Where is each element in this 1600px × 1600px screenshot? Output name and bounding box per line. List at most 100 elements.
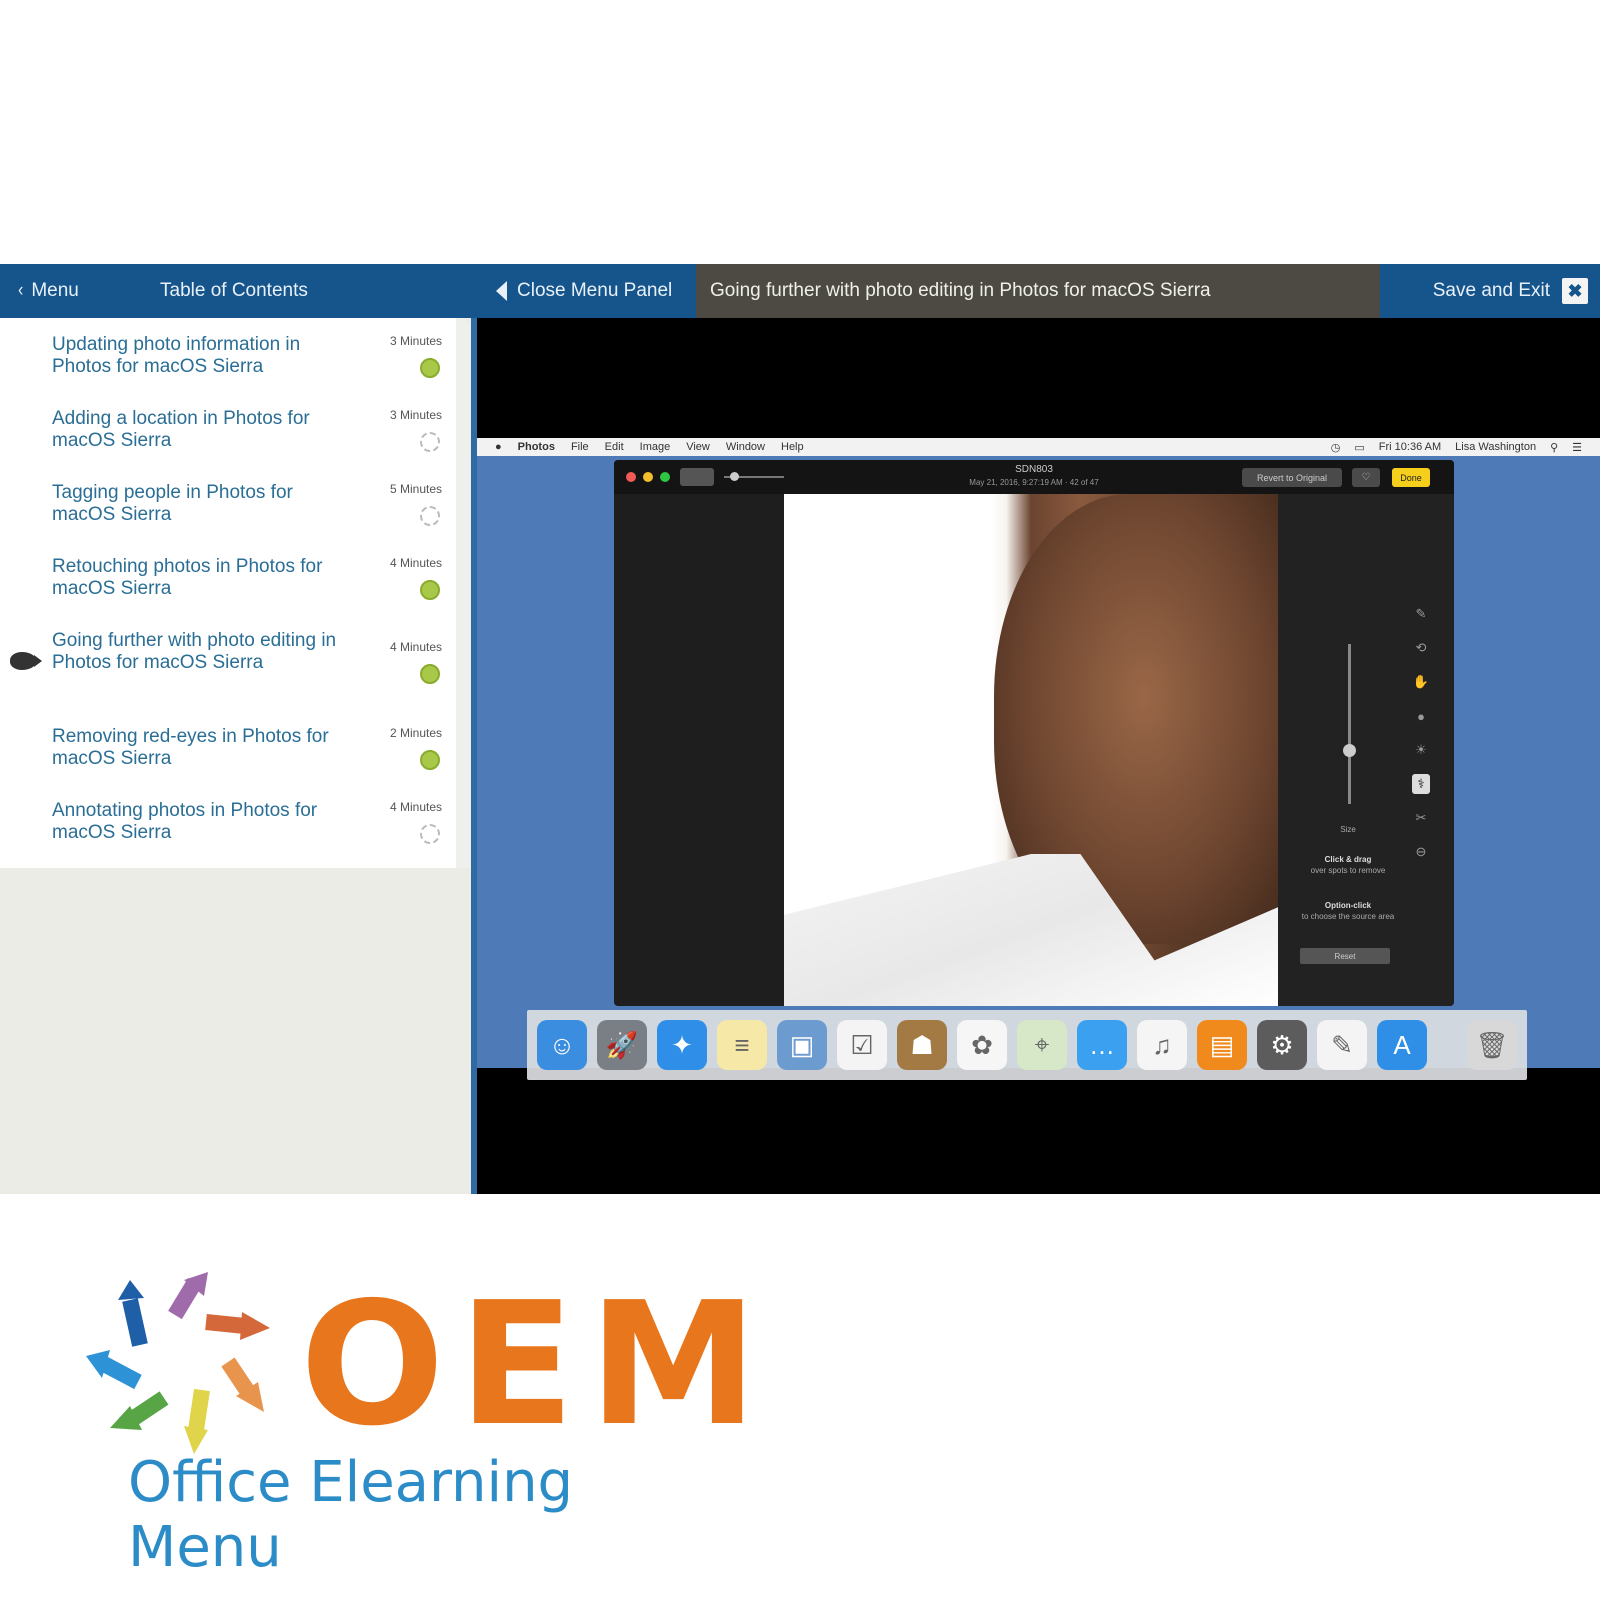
macos-dock: ☺ 🚀 ✦ ≡ ▣ ☑ ☗ ✿ ⌖… ♫ ▤ ⚙ ✎ A 🗑: [527, 1010, 1527, 1080]
logo-tagline: Office Elearning Menu: [128, 1450, 574, 1580]
toc-item-duration: 3 Minutes: [389, 334, 442, 348]
arrowhead-orange-red: [240, 1312, 270, 1340]
macos-desktop: ● Photos File Edit Image View Window Help ◷ ▭ …: [477, 438, 1600, 1080]
course-player: ‹ Menu Table of Contents Close Menu Pane…: [0, 264, 1600, 1194]
arrow-green: [129, 1391, 169, 1425]
dock-ibooks-icon: ▤: [1197, 1020, 1247, 1070]
menubar-clock: Fri 10:36 AM: [1378, 440, 1442, 453]
notification-icon: ☰: [1572, 441, 1582, 454]
toc-item-title: Removing red-eyes in Photos for macOS Si…: [52, 726, 329, 769]
macos-menubar: ● Photos File Edit Image View Window Help ◷ ▭ …: [477, 438, 1600, 456]
mac-menu-item: Window: [725, 441, 765, 453]
dock-notes-icon: ≡: [717, 1020, 767, 1070]
toc-item[interactable]: Annotating photos in Photos for macOS Si…: [0, 800, 456, 870]
toc-item-title: Updating photo information in Photos for…: [52, 334, 301, 377]
toc-item[interactable]: Adding a location in Photos for macOS Si…: [0, 408, 456, 478]
toc-title: Table of Contents: [160, 280, 308, 301]
edit-tool-icon: ⚕: [1412, 774, 1430, 794]
edit-tool-icon: ☀: [1415, 742, 1427, 757]
window-controls: [626, 472, 670, 482]
chevron-left-icon: ‹: [18, 280, 24, 301]
edit-tool-icon: ✋: [1412, 674, 1430, 689]
video-player[interactable]: ● Photos File Edit Image View Window Help ◷ ▭ …: [477, 318, 1600, 1194]
logo-wordmark: OEM: [300, 1266, 772, 1464]
dock-messages-icon: …: [1077, 1020, 1127, 1070]
menu-label: Menu: [31, 280, 79, 301]
dock-itunes-icon: ♫: [1137, 1020, 1187, 1070]
retouch-panel: Size Click & drag over spots to remove O…: [1278, 494, 1454, 1006]
photo-title: SDN803 May 21, 2016, 9:27:19 AM · 42 of …: [914, 463, 1154, 489]
hint1-title: Click & drag: [1324, 855, 1372, 864]
mac-menu-item: File: [570, 441, 589, 453]
not-started-status-icon: [420, 506, 440, 526]
edit-tool-icon: ●: [1417, 708, 1425, 724]
dock-contacts-icon: ☗: [897, 1020, 947, 1070]
mac-menu-item: View: [686, 441, 710, 453]
arrow-orange-red: [205, 1314, 246, 1334]
dock-reminders-icon: ☑: [837, 1020, 887, 1070]
current-lesson-marker-icon: [10, 652, 42, 670]
edit-tool-icon: ⟲: [1415, 640, 1427, 655]
photos-toolbar: SDN803 May 21, 2016, 9:27:19 AM · 42 of …: [614, 460, 1454, 494]
mac-menu-item: Image: [639, 441, 671, 453]
close-icon[interactable]: ✖: [1562, 278, 1588, 304]
triangle-left-icon: [496, 281, 507, 301]
arrow-yellow: [188, 1388, 210, 1432]
minimize-window-icon: [643, 472, 653, 482]
completed-status-icon: [420, 750, 440, 770]
save-and-exit-button[interactable]: Save and Exit ✖: [1380, 264, 1600, 318]
size-slider: [1343, 644, 1356, 804]
arrowhead-blue-dark: [118, 1280, 144, 1300]
edit-tool-icon: ✎: [1415, 606, 1427, 621]
toc-item-duration: 2 Minutes: [389, 726, 442, 740]
completed-status-icon: [420, 580, 440, 600]
photo-meta: May 21, 2016, 9:27:19 AM · 42 of 47: [969, 478, 1099, 487]
toc-item-title: Retouching photos in Photos for macOS Si…: [52, 556, 323, 599]
close-panel-label: Close Menu Panel: [517, 280, 673, 301]
toc-item[interactable]: Updating photo information in Photos for…: [0, 334, 456, 404]
completed-status-icon: [420, 664, 440, 684]
dock-maps-icon: ⌖: [1017, 1020, 1067, 1070]
not-started-status-icon: [420, 432, 440, 452]
menubar-user: Lisa Washington: [1455, 440, 1537, 453]
time-machine-icon: ◷: [1330, 441, 1341, 454]
toc-item-duration: 4 Minutes: [389, 556, 442, 570]
dock-launchpad-icon: 🚀: [597, 1020, 647, 1070]
edit-tool-icon: ⊖: [1415, 844, 1427, 859]
mac-menu-item: Edit: [604, 441, 624, 453]
dock-app-store-icon: A: [1377, 1020, 1427, 1070]
close-menu-panel-button[interactable]: Close Menu Panel: [496, 264, 672, 318]
photo-name: SDN803: [1015, 464, 1053, 475]
dock-textedit-icon: ✎: [1317, 1020, 1367, 1070]
menu-button[interactable]: ‹ Menu: [18, 264, 79, 318]
mac-menu-item: Help: [781, 441, 804, 453]
maximize-window-icon: [660, 472, 670, 482]
favorite-icon: ♡: [1352, 468, 1380, 487]
sidebar-toggle-icon: [680, 468, 714, 486]
close-window-icon: [626, 472, 636, 482]
top-bar: ‹ Menu Table of Contents Close Menu Pane…: [0, 264, 1600, 318]
toc-item[interactable]: Retouching photos in Photos for macOS Si…: [0, 556, 456, 626]
hint1-text: over spots to remove: [1310, 866, 1386, 875]
toc-item[interactable]: Going further with photo editing in Phot…: [0, 630, 456, 700]
toc-list: Updating photo information in Photos for…: [0, 318, 470, 868]
dock-photos-icon: ✿: [957, 1020, 1007, 1070]
toc-item-duration: 4 Minutes: [389, 640, 442, 654]
hint-click-drag: Click & drag over spots to remove: [1298, 854, 1398, 876]
size-label: Size: [1340, 825, 1356, 834]
toc-item[interactable]: Removing red-eyes in Photos for macOS Si…: [0, 726, 456, 796]
toc-item-title: Adding a location in Photos for macOS Si…: [52, 408, 310, 451]
toc-item-title: Annotating photos in Photos for macOS Si…: [52, 800, 318, 843]
display-icon: ▭: [1354, 441, 1365, 454]
hint-option-click: Option-click to choose the source area: [1298, 900, 1398, 922]
reset-button: Reset: [1300, 948, 1390, 964]
not-started-status-icon: [420, 824, 440, 844]
toc-item[interactable]: Tagging people in Photos for macOS Sierr…: [0, 482, 456, 552]
arrow-orange: [221, 1357, 255, 1397]
portrait-photo: [784, 494, 1294, 1006]
arrow-blue-light: [100, 1356, 142, 1390]
apple-icon: ●: [495, 441, 502, 453]
save-exit-label: Save and Exit: [1432, 280, 1550, 301]
lesson-title-bar: Going further with photo editing in Phot…: [696, 264, 1380, 318]
revert-button: Revert to Original: [1242, 468, 1342, 487]
